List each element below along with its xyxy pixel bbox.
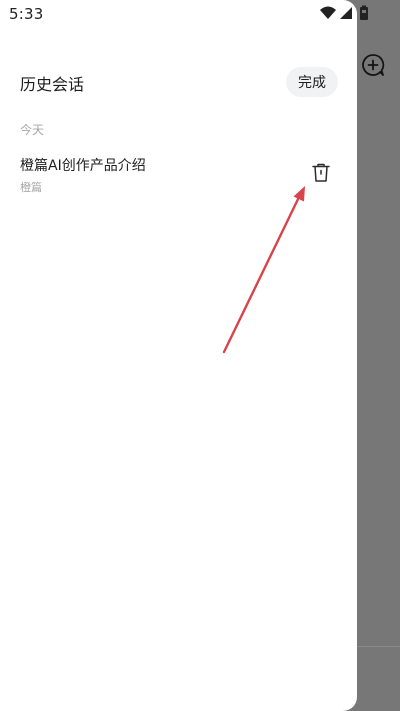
screen: 5:33 历史会话 完成 今天 橙篇AI创作产品介绍 橙篇	[0, 0, 400, 711]
drawer-title: 历史会话	[20, 75, 85, 94]
history-item-title: 橙篇AI创作产品介绍	[20, 158, 146, 174]
cellular-signal-icon	[340, 7, 352, 19]
history-item[interactable]: 橙篇AI创作产品介绍 橙篇	[0, 146, 357, 202]
background-divider	[356, 646, 400, 647]
status-bar: 5:33	[0, 0, 400, 28]
battery-icon	[360, 5, 368, 20]
trash-icon[interactable]	[308, 160, 334, 186]
history-drawer: 历史会话 完成 今天 橙篇AI创作产品介绍 橙篇	[0, 0, 357, 711]
history-item-subtitle: 橙篇	[20, 181, 42, 194]
new-chat-icon	[362, 54, 385, 76]
done-button[interactable]: 完成	[286, 67, 338, 97]
wifi-icon	[320, 6, 336, 19]
status-time: 5:33	[9, 5, 44, 23]
status-icons	[320, 5, 368, 20]
section-label-today: 今天	[20, 123, 45, 137]
